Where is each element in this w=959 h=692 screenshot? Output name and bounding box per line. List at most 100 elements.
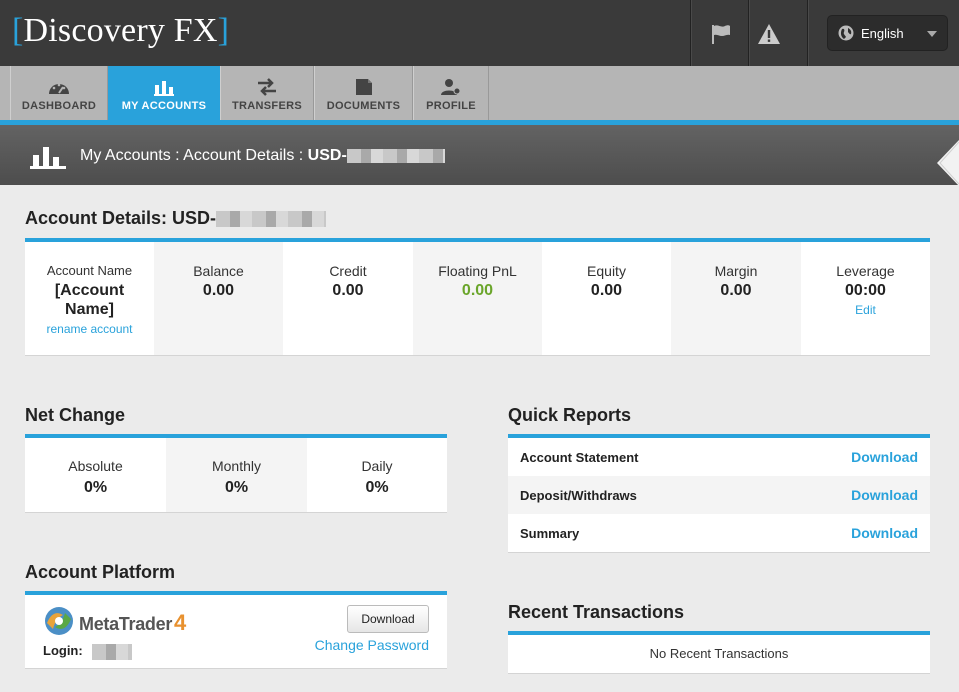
equity-value: 0.00	[590, 282, 623, 299]
metatrader-brand: MetaTrader4	[79, 610, 186, 636]
daily-label: Daily	[361, 458, 393, 474]
margin-value: 0.00	[720, 282, 752, 299]
transfer-arrows-icon	[258, 78, 276, 96]
heading-text: Account Details: USD-	[25, 208, 217, 228]
leverage-value: 00:00	[845, 282, 886, 299]
leverage-label: Leverage	[836, 263, 895, 279]
account-details-panel: Account Name [Account Name] rename accou…	[25, 238, 930, 356]
top-bar: [Discovery FX] English	[0, 0, 959, 66]
daily-value: 0%	[365, 479, 389, 496]
metatrader-logo-icon	[45, 607, 73, 635]
equity-cell: Equity 0.00	[542, 242, 671, 355]
redacted-account-number	[346, 148, 445, 163]
quick-reports-heading: Quick Reports	[508, 405, 632, 425]
edit-leverage-link[interactable]: Edit	[801, 303, 930, 317]
margin-label: Margin	[714, 263, 758, 279]
breadcrumb-path[interactable]: My Accounts : Account Details :	[80, 147, 308, 164]
report-name: Deposit/Withdraws	[520, 488, 637, 503]
gauge-icon	[49, 83, 69, 94]
absolute-value: 0%	[83, 479, 108, 496]
account-name-label: Account Name	[46, 263, 133, 278]
tab-dashboard[interactable]: DASHBOARD	[10, 66, 108, 120]
breadcrumb-text: My Accounts : Account Details : USD-	[80, 147, 445, 165]
tab-label: DOCUMENTS	[326, 100, 401, 112]
logo[interactable]: [Discovery FX]	[12, 12, 229, 50]
credit-cell: Credit 0.00	[283, 242, 413, 355]
document-icon	[355, 79, 372, 95]
floating-pnl-label: Floating PnL	[438, 263, 517, 279]
warning-icon[interactable]	[756, 21, 782, 47]
credit-label: Credit	[329, 263, 367, 279]
flag-icon[interactable]	[708, 21, 734, 47]
download-platform-button[interactable]: Download	[347, 605, 429, 633]
tab-label: PROFILE	[426, 100, 476, 112]
net-change-panel: Absolute 0% Monthly 0% Daily 0%	[25, 434, 447, 513]
monthly-cell: Monthly 0%	[166, 438, 307, 512]
recent-transactions-heading: Recent Transactions	[508, 602, 685, 622]
logo-text: Discovery FX	[23, 12, 218, 49]
tab-label: DASHBOARD	[21, 100, 97, 112]
daily-cell: Daily 0%	[307, 438, 447, 512]
account-platform-panel: MetaTrader4 Login: Download Change Passw…	[25, 591, 447, 669]
report-row-deposit-withdraws: Deposit/Withdraws Download	[508, 476, 930, 514]
tab-my-accounts[interactable]: MY ACCOUNTS	[108, 66, 220, 128]
user-icon	[441, 79, 461, 95]
net-change-heading: Net Change	[25, 405, 126, 425]
absolute-label: Absolute	[68, 458, 123, 474]
quick-reports-panel: Account Statement Download Deposit/Withd…	[508, 434, 930, 553]
rename-account-link[interactable]: rename account	[25, 322, 154, 336]
redacted-account-number	[216, 211, 327, 228]
logo-bracket-right: ]	[217, 12, 230, 49]
brand-version: 4	[174, 610, 186, 635]
absolute-cell: Absolute 0%	[25, 438, 166, 512]
main-nav: DASHBOARD MY ACCOUNTS TRANSFERS DOCUMENT…	[0, 66, 959, 128]
account-name-cell: Account Name [Account Name] rename accou…	[25, 242, 154, 355]
login-row: Login:	[43, 643, 133, 660]
balance-value: 0.00	[202, 282, 235, 299]
tab-label: TRANSFERS	[232, 100, 302, 112]
report-row-summary: Summary Download	[508, 514, 930, 552]
floating-pnl-cell: Floating PnL 0.00	[413, 242, 542, 355]
login-label: Login:	[43, 643, 83, 658]
divider	[807, 0, 808, 66]
no-transactions-message: No Recent Transactions	[649, 646, 789, 661]
chevron-down-icon	[927, 31, 937, 37]
breadcrumb: My Accounts : Account Details : USD-	[0, 125, 959, 185]
divider	[748, 0, 749, 66]
language-label: English	[861, 26, 904, 41]
language-select[interactable]: English	[827, 15, 948, 51]
redacted-login	[92, 643, 133, 660]
monthly-value: 0%	[224, 479, 249, 496]
brand-name: MetaTrader	[79, 614, 173, 634]
bar-chart-icon	[30, 147, 66, 169]
chevron-left-icon	[937, 140, 959, 186]
account-platform-heading: Account Platform	[25, 562, 176, 582]
margin-cell: Margin 0.00	[671, 242, 801, 355]
balance-label: Balance	[193, 263, 244, 279]
tab-transfers[interactable]: TRANSFERS	[220, 66, 314, 120]
tab-label: MY ACCOUNTS	[121, 100, 207, 112]
tab-profile[interactable]: PROFILE	[413, 66, 489, 120]
change-password-link[interactable]: Change Password	[315, 637, 429, 653]
monthly-label: Monthly	[211, 458, 262, 474]
account-details-heading: Account Details: USD-	[25, 208, 327, 229]
equity-label: Equity	[587, 263, 626, 279]
globe-icon	[838, 25, 854, 41]
logo-bracket-left: [	[12, 12, 24, 49]
credit-value: 0.00	[332, 282, 364, 299]
download-link[interactable]: Download	[851, 487, 918, 503]
download-link[interactable]: Download	[851, 449, 918, 465]
recent-transactions-panel: No Recent Transactions	[508, 631, 930, 674]
download-link[interactable]: Download	[851, 525, 918, 541]
floating-pnl-value: 0.00	[461, 282, 494, 299]
leverage-cell: Leverage 00:00 Edit	[801, 242, 930, 355]
divider	[690, 0, 691, 66]
bar-chart-icon	[154, 81, 174, 96]
tab-documents[interactable]: DOCUMENTS	[314, 66, 413, 120]
report-row-account-statement: Account Statement Download	[508, 438, 930, 476]
account-name-value: [Account Name]	[54, 282, 125, 318]
report-name: Account Statement	[520, 450, 639, 465]
balance-cell: Balance 0.00	[154, 242, 283, 355]
report-name: Summary	[520, 526, 580, 541]
breadcrumb-account: USD-	[307, 147, 347, 164]
